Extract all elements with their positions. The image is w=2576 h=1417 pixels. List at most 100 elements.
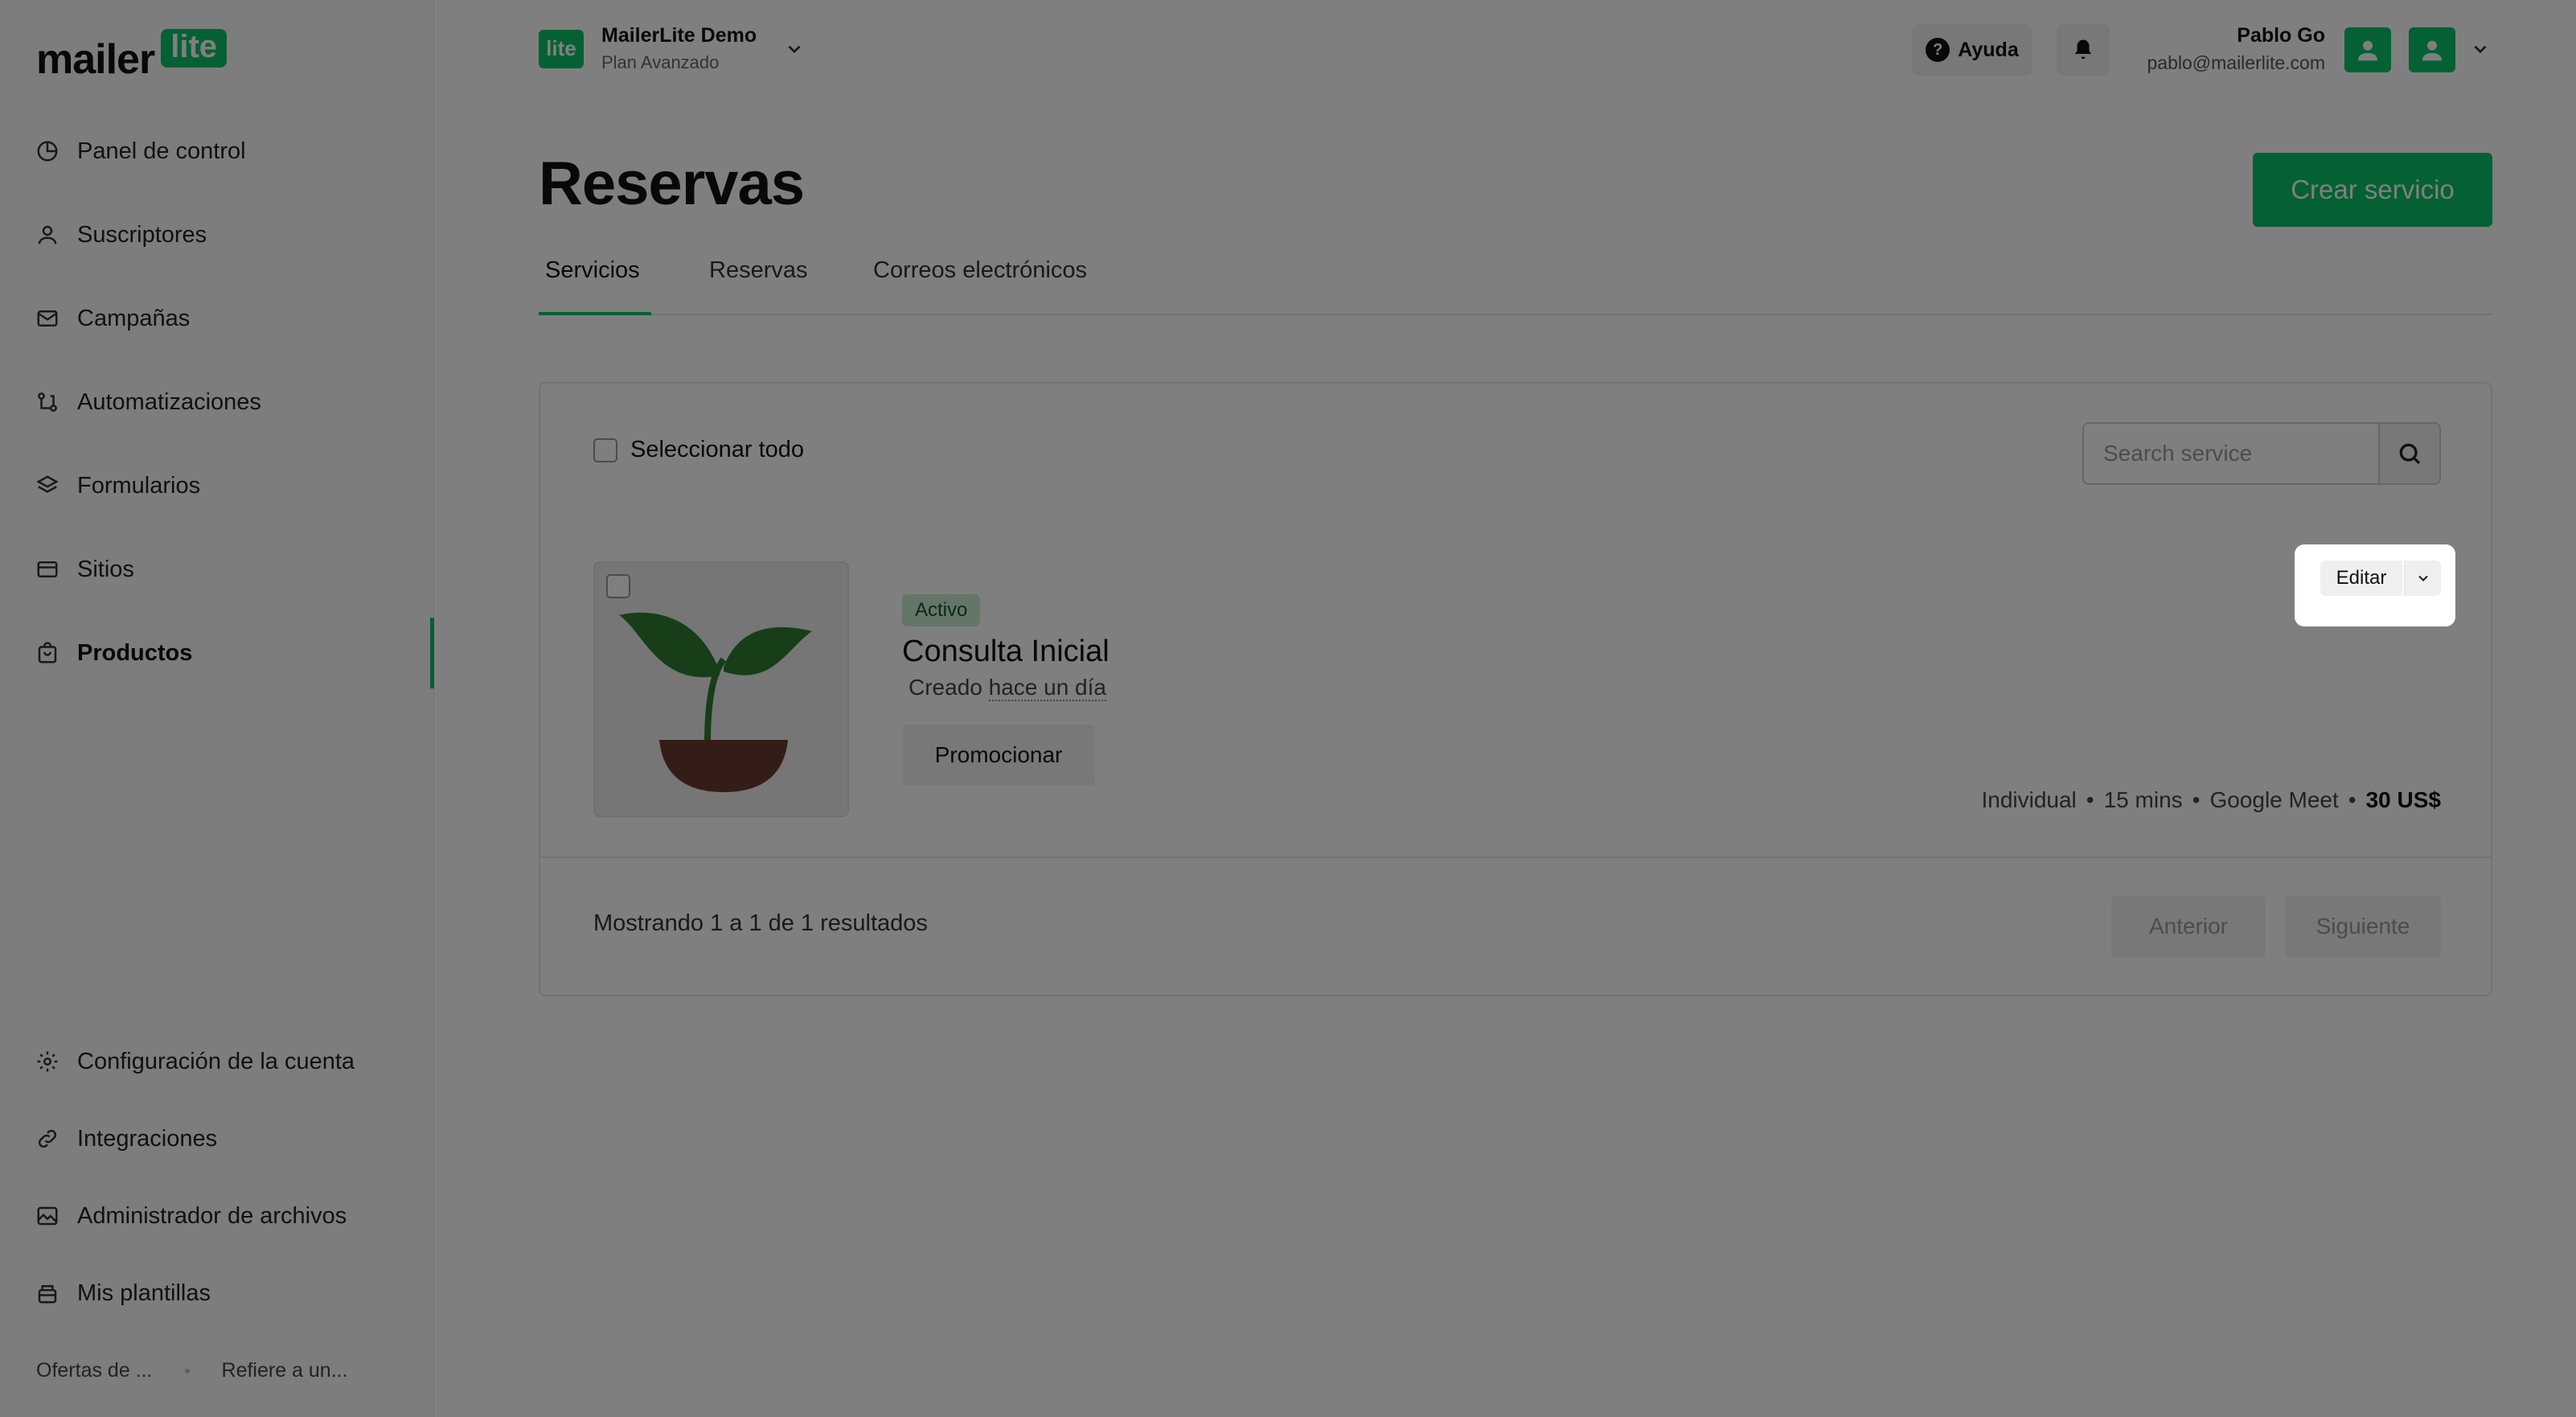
link-icon	[38, 1129, 57, 1148]
select-all[interactable]: Seleccionar todo	[593, 437, 804, 463]
plant-image	[619, 612, 812, 792]
sidebar-item-dashboard[interactable]: Panel de control	[35, 127, 246, 175]
help-label: Ayuda	[1958, 38, 2019, 61]
card-divider	[540, 856, 2491, 858]
sidebar-active-indicator	[430, 618, 434, 688]
notifications-button[interactable]	[2057, 24, 2110, 76]
sidebar-item-products[interactable]: Productos	[35, 629, 192, 677]
service-created: Creado hace un día	[909, 675, 1106, 701]
sidebar-item-label: Automatizaciones	[77, 388, 261, 415]
sidebar-item-label: Mis plantillas	[77, 1279, 211, 1306]
automation-icon	[38, 392, 57, 412]
logo-word: mailer	[36, 36, 155, 83]
tabs: Servicios Reservas Correos electrónicos	[539, 256, 2492, 315]
select-all-checkbox[interactable]	[593, 437, 617, 462]
sidebar-item-label: Administrador de archivos	[77, 1202, 347, 1229]
status-badge: Activo	[902, 594, 981, 626]
sidebar-item-integrations[interactable]: Integraciones	[35, 1115, 217, 1163]
workspace-logo: lite	[539, 29, 584, 68]
chevron-down-icon	[2418, 575, 2428, 581]
workspace-switcher[interactable]: lite MailerLite Demo Plan Avanzado	[539, 24, 805, 73]
account-avatar[interactable]	[2409, 27, 2455, 72]
service-price: 30 US$	[2365, 787, 2441, 812]
page-title: Reservas	[539, 150, 805, 218]
service-meta: Individual • 15 mins • Google Meet • 30 …	[1981, 787, 2441, 813]
search-icon	[2399, 443, 2421, 465]
mailerlite-logo[interactable]: mailer lite	[36, 24, 228, 83]
sidebar-item-label: Integraciones	[77, 1125, 218, 1152]
logo-badge: lite	[161, 29, 228, 68]
user-icon	[2358, 40, 2377, 61]
user-info[interactable]: Pablo Go pablo@mailerlite.com	[2147, 24, 2326, 74]
tab-bookings[interactable]: Reservas	[709, 257, 808, 284]
sidebar-item-campaigns[interactable]: Campañas	[35, 294, 190, 343]
sidebar-item-subscribers[interactable]: Suscriptores	[35, 211, 207, 259]
sidebar-footer: Ofertas de ... Refiere a un...	[36, 1359, 348, 1382]
sidebar-item-forms[interactable]: Formularios	[35, 462, 200, 510]
help-icon: ?	[1926, 38, 1950, 62]
layers-icon	[36, 475, 59, 493]
service-type: Individual	[1981, 787, 2077, 812]
image-icon	[37, 1206, 58, 1226]
meta-separator: •	[2086, 787, 2094, 812]
user-email: pablo@mailerlite.com	[2147, 52, 2326, 73]
sidebar-item-label: Formularios	[77, 472, 201, 499]
meta-separator: •	[2348, 787, 2357, 812]
template-icon	[38, 1285, 57, 1304]
select-all-label: Seleccionar todo	[630, 437, 805, 462]
sidebar-item-sites[interactable]: Sitios	[35, 545, 134, 593]
sidebar-item-label: Panel de control	[77, 138, 246, 164]
service-duration: 15 mins	[2103, 787, 2183, 812]
clock-icon	[37, 141, 58, 162]
sidebar-item-automations[interactable]: Automatizaciones	[35, 378, 261, 426]
sidebar-item-templates[interactable]: Mis plantillas	[35, 1269, 211, 1317]
sidebar-item-label: Configuración de la cuenta	[77, 1048, 355, 1074]
workspace-plan: Plan Avanzado	[601, 52, 720, 72]
tab-services[interactable]: Servicios	[545, 257, 640, 284]
avatar[interactable]	[2344, 27, 2391, 72]
bell-icon	[2075, 39, 2091, 60]
search-input[interactable]: Search service	[2082, 422, 2380, 485]
user-icon	[38, 225, 57, 244]
edit-dropdown-button[interactable]	[2404, 561, 2441, 596]
chevron-down-icon	[788, 45, 801, 53]
sidebar-item-account-settings[interactable]: Configuración de la cuenta	[35, 1037, 355, 1086]
sidebar-item-label: Sitios	[77, 556, 134, 582]
sidebar-item-file-manager[interactable]: Administrador de archivos	[35, 1192, 347, 1240]
bag-icon	[38, 642, 57, 663]
service-checkbox[interactable]	[606, 574, 630, 598]
user-name: Pablo Go	[2237, 24, 2325, 47]
tab-emails[interactable]: Correos electrónicos	[873, 257, 1087, 284]
sidebar-item-label: Campañas	[77, 305, 191, 331]
next-page-button[interactable]: Siguiente	[2285, 896, 2441, 957]
edit-button[interactable]: Editar	[2320, 561, 2402, 596]
workspace-info: MailerLite Demo Plan Avanzado	[601, 24, 757, 73]
app-root: mailer lite Panel de control Suscriptore…	[0, 0, 2576, 1417]
services-card: Seleccionar todo Search service Activo C…	[539, 382, 2492, 996]
gear-icon	[37, 1051, 58, 1072]
tab-active-indicator	[539, 312, 651, 315]
workspace-name: MailerLite Demo	[601, 24, 757, 47]
separator-dot	[184, 1368, 190, 1374]
browser-icon	[37, 561, 58, 577]
chevron-down-icon[interactable]	[2470, 39, 2491, 60]
search-button[interactable]	[2378, 422, 2441, 485]
mail-icon	[37, 310, 58, 327]
previous-page-button[interactable]: Anterior	[2111, 896, 2266, 957]
service-title[interactable]: Consulta Inicial	[902, 635, 1110, 669]
created-prefix: Creado	[909, 675, 982, 700]
results-count: Mostrando 1 a 1 de 1 resultados	[593, 910, 928, 936]
promote-button[interactable]: Promocionar	[902, 725, 1095, 786]
meta-separator: •	[2192, 787, 2201, 812]
user-icon	[2422, 40, 2442, 61]
help-button[interactable]: ? Ayuda	[1912, 24, 2032, 76]
offers-link[interactable]: Ofertas de ...	[36, 1359, 153, 1382]
sidebar-item-label: Suscriptores	[77, 221, 207, 248]
sidebar: mailer lite Panel de control Suscriptore…	[0, 0, 434, 1417]
service-thumbnail	[593, 561, 849, 817]
sidebar-item-label: Productos	[77, 639, 193, 666]
create-service-button[interactable]: Crear servicio	[2253, 153, 2492, 227]
referral-link[interactable]: Refiere a un...	[222, 1359, 348, 1382]
service-location: Google Meet	[2209, 787, 2339, 812]
created-when: hace un día	[988, 675, 1106, 701]
